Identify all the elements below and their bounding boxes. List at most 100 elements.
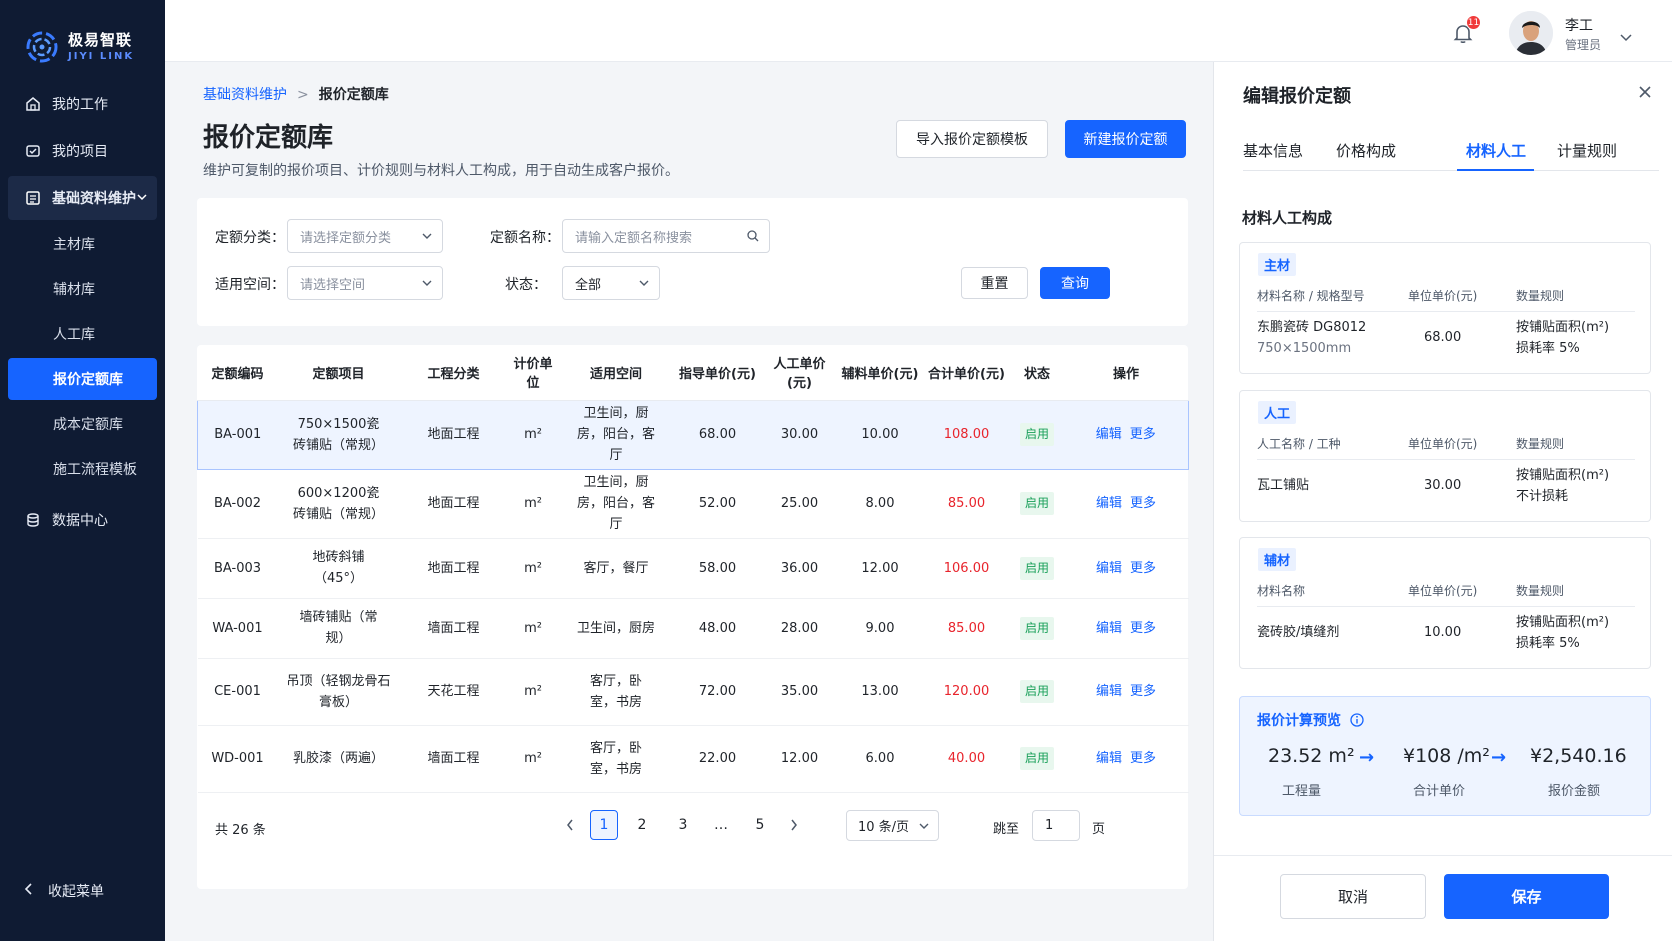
cell-code: BA-003 bbox=[197, 538, 278, 599]
cell-item: 墙砖铺贴（常规） bbox=[277, 598, 400, 659]
name-search-input[interactable]: 请输入定额名称搜索 bbox=[562, 219, 770, 253]
tab-basic-info[interactable]: 基本信息 bbox=[1243, 140, 1303, 161]
sidebar-nav: 我的工作 我的项目 基础资料维护 主材库 辅材库 人工库 报价定额库 成本定额库… bbox=[0, 82, 165, 542]
arrow-right-icon: → bbox=[1359, 747, 1375, 768]
edit-link[interactable]: 编辑 bbox=[1096, 561, 1122, 576]
sidebar-subitem-aux-material[interactable]: 辅材库 bbox=[8, 268, 157, 310]
cell-actions: 编辑 更多 bbox=[1063, 399, 1189, 470]
labor-box: 人工 人工名称 / 工种 单位单价(元) 数量规则 瓦工铺贴 30.00 按铺贴… bbox=[1239, 390, 1651, 522]
avatar[interactable] bbox=[1509, 11, 1553, 55]
tab-material-labor[interactable]: 材料人工 bbox=[1466, 140, 1526, 161]
page-ellipsis[interactable]: … bbox=[707, 810, 735, 840]
edit-link[interactable]: 编辑 bbox=[1096, 684, 1122, 699]
sidebar-subitem-labor[interactable]: 人工库 bbox=[8, 313, 157, 355]
sidebar-item-basic-data[interactable]: 基础资料维护 bbox=[8, 176, 157, 220]
more-link[interactable]: 更多 bbox=[1130, 427, 1156, 442]
cell-category: 天花工程 bbox=[399, 658, 508, 726]
column-header: 人工名称 / 工种 bbox=[1257, 437, 1341, 451]
page-button[interactable]: 5 bbox=[746, 810, 774, 840]
page-button[interactable]: 3 bbox=[669, 810, 697, 840]
breadcrumb-current: 报价定额库 bbox=[318, 87, 389, 103]
tab-price-composition[interactable]: 价格构成 bbox=[1336, 140, 1396, 161]
name-search-placeholder: 请输入定额名称搜索 bbox=[575, 230, 693, 246]
table-row[interactable]: BA-001 750×1500瓷砖铺贴（常规） 地面工程 m² 卫生间，厨房，阳… bbox=[197, 399, 1189, 470]
space-select[interactable]: 请选择空间 bbox=[287, 266, 443, 300]
table-row[interactable]: WA-001 墙砖铺贴（常规） 墙面工程 m² 卫生间，厨房 48.00 28.… bbox=[197, 598, 1189, 659]
sidebar-subitem-cost-quota[interactable]: 成本定额库 bbox=[8, 403, 157, 445]
logo-icon bbox=[24, 29, 60, 65]
column-header: 适用空间 bbox=[558, 345, 674, 401]
sidebar-item-my-projects[interactable]: 我的项目 bbox=[8, 129, 157, 173]
sidebar-item-my-work[interactable]: 我的工作 bbox=[8, 82, 157, 126]
more-link[interactable]: 更多 bbox=[1130, 751, 1156, 766]
more-link[interactable]: 更多 bbox=[1130, 684, 1156, 699]
user-name: 李工 bbox=[1565, 18, 1593, 34]
edit-link[interactable]: 编辑 bbox=[1096, 751, 1122, 766]
cell-aux-price: 9.00 bbox=[837, 598, 923, 659]
cell-total-price: 120.00 bbox=[922, 658, 1011, 726]
page-size-select[interactable]: 10 条/页 bbox=[846, 810, 939, 841]
preview-amount-label: 报价金额 bbox=[1548, 784, 1601, 799]
sidebar-subitem-quote-quota[interactable]: 报价定额库 bbox=[8, 358, 157, 400]
search-icon bbox=[747, 230, 759, 246]
column-header: 辅料单价(元) bbox=[837, 345, 923, 401]
info-icon[interactable] bbox=[1350, 713, 1364, 731]
cell-guide-price: 22.00 bbox=[673, 725, 762, 793]
cell-total-price: 108.00 bbox=[922, 399, 1011, 470]
table-row[interactable]: BA-002 600×1200瓷砖铺贴（常规） 地面工程 m² 卫生间，厨房，阳… bbox=[197, 469, 1189, 539]
tab-measurement-rules[interactable]: 计量规则 bbox=[1557, 140, 1617, 161]
table-row[interactable]: WD-001 乳胶漆（两遍） 墙面工程 m² 客厅，卧室，书房 22.00 12… bbox=[197, 725, 1189, 793]
notification-badge: 11 bbox=[1466, 15, 1481, 30]
save-button[interactable]: 保存 bbox=[1444, 874, 1609, 919]
section-title: 材料人工构成 bbox=[1242, 209, 1333, 227]
edit-link[interactable]: 编辑 bbox=[1096, 427, 1122, 442]
table-header-row: 定额编码 定额项目 工程分类 计价单位 适用空间 指导单价(元) 人工单价(元)… bbox=[197, 345, 1189, 401]
breadcrumb-link[interactable]: 基础资料维护 bbox=[203, 87, 287, 103]
cell-category: 地面工程 bbox=[399, 538, 508, 599]
table-row[interactable]: BA-003 地砖斜铺（45°） 地面工程 m² 客厅，餐厅 58.00 36.… bbox=[197, 538, 1189, 599]
cell-status: 启用 bbox=[1010, 399, 1064, 470]
quota-table: 定额编码 定额项目 工程分类 计价单位 适用空间 指导单价(元) 人工单价(元)… bbox=[197, 345, 1189, 793]
topbar bbox=[165, 0, 1672, 62]
reset-button[interactable]: 重置 bbox=[961, 267, 1028, 299]
close-icon[interactable] bbox=[1638, 84, 1652, 103]
page-button[interactable]: 1 bbox=[590, 810, 618, 840]
material-rule-line: 按铺贴面积(m²) bbox=[1516, 320, 1610, 335]
edit-link[interactable]: 编辑 bbox=[1096, 621, 1122, 636]
page-button[interactable]: 2 bbox=[628, 810, 656, 840]
prev-page-icon[interactable] bbox=[556, 810, 584, 840]
preview-amount: ¥2,540.16 bbox=[1530, 745, 1627, 767]
new-quota-button[interactable]: 新建报价定额 bbox=[1065, 120, 1186, 158]
project-icon bbox=[24, 142, 42, 160]
column-header: 定额编码 bbox=[197, 345, 278, 401]
panel-tabs: 基本信息 价格构成 材料人工 计量规则 bbox=[1243, 128, 1659, 171]
collapse-menu-button[interactable]: 收起菜单 bbox=[24, 881, 104, 901]
sidebar-subitem-process-template[interactable]: 施工流程模板 bbox=[8, 448, 157, 490]
more-link[interactable]: 更多 bbox=[1130, 496, 1156, 511]
sidebar-item-data-center[interactable]: 数据中心 bbox=[8, 498, 157, 542]
column-header: 单位单价(元) bbox=[1408, 584, 1478, 598]
collapse-menu-label: 收起菜单 bbox=[48, 884, 104, 900]
category-select[interactable]: 请选择定额分类 bbox=[287, 219, 443, 253]
cancel-button[interactable]: 取消 bbox=[1280, 874, 1426, 919]
jump-page-input[interactable]: 1 bbox=[1032, 810, 1080, 841]
sidebar-subitem-main-material[interactable]: 主材库 bbox=[8, 223, 157, 265]
more-link[interactable]: 更多 bbox=[1130, 621, 1156, 636]
chevron-down-icon[interactable] bbox=[1620, 27, 1632, 46]
next-page-icon[interactable] bbox=[780, 810, 808, 840]
cell-labor-price: 12.00 bbox=[761, 725, 838, 793]
cell-status: 启用 bbox=[1010, 725, 1064, 793]
query-button[interactable]: 查询 bbox=[1040, 267, 1110, 299]
cell-unit: m² bbox=[507, 725, 559, 793]
preview-title-text: 报价计算预览 bbox=[1257, 713, 1341, 729]
chevron-down-icon bbox=[137, 190, 147, 206]
more-link[interactable]: 更多 bbox=[1130, 561, 1156, 576]
edit-link[interactable]: 编辑 bbox=[1096, 496, 1122, 511]
labor-price: 30.00 bbox=[1424, 478, 1462, 493]
chevron-down-icon bbox=[422, 277, 432, 292]
import-template-button[interactable]: 导入报价定额模板 bbox=[896, 120, 1048, 158]
user-role: 管理员 bbox=[1565, 38, 1602, 52]
status-select[interactable]: 全部 bbox=[562, 266, 660, 300]
page-title: 报价定额库 bbox=[203, 123, 334, 153]
table-row[interactable]: CE-001 吊顶（轻钢龙骨石膏板） 天花工程 m² 客厅，卧室，书房 72.0… bbox=[197, 658, 1189, 726]
